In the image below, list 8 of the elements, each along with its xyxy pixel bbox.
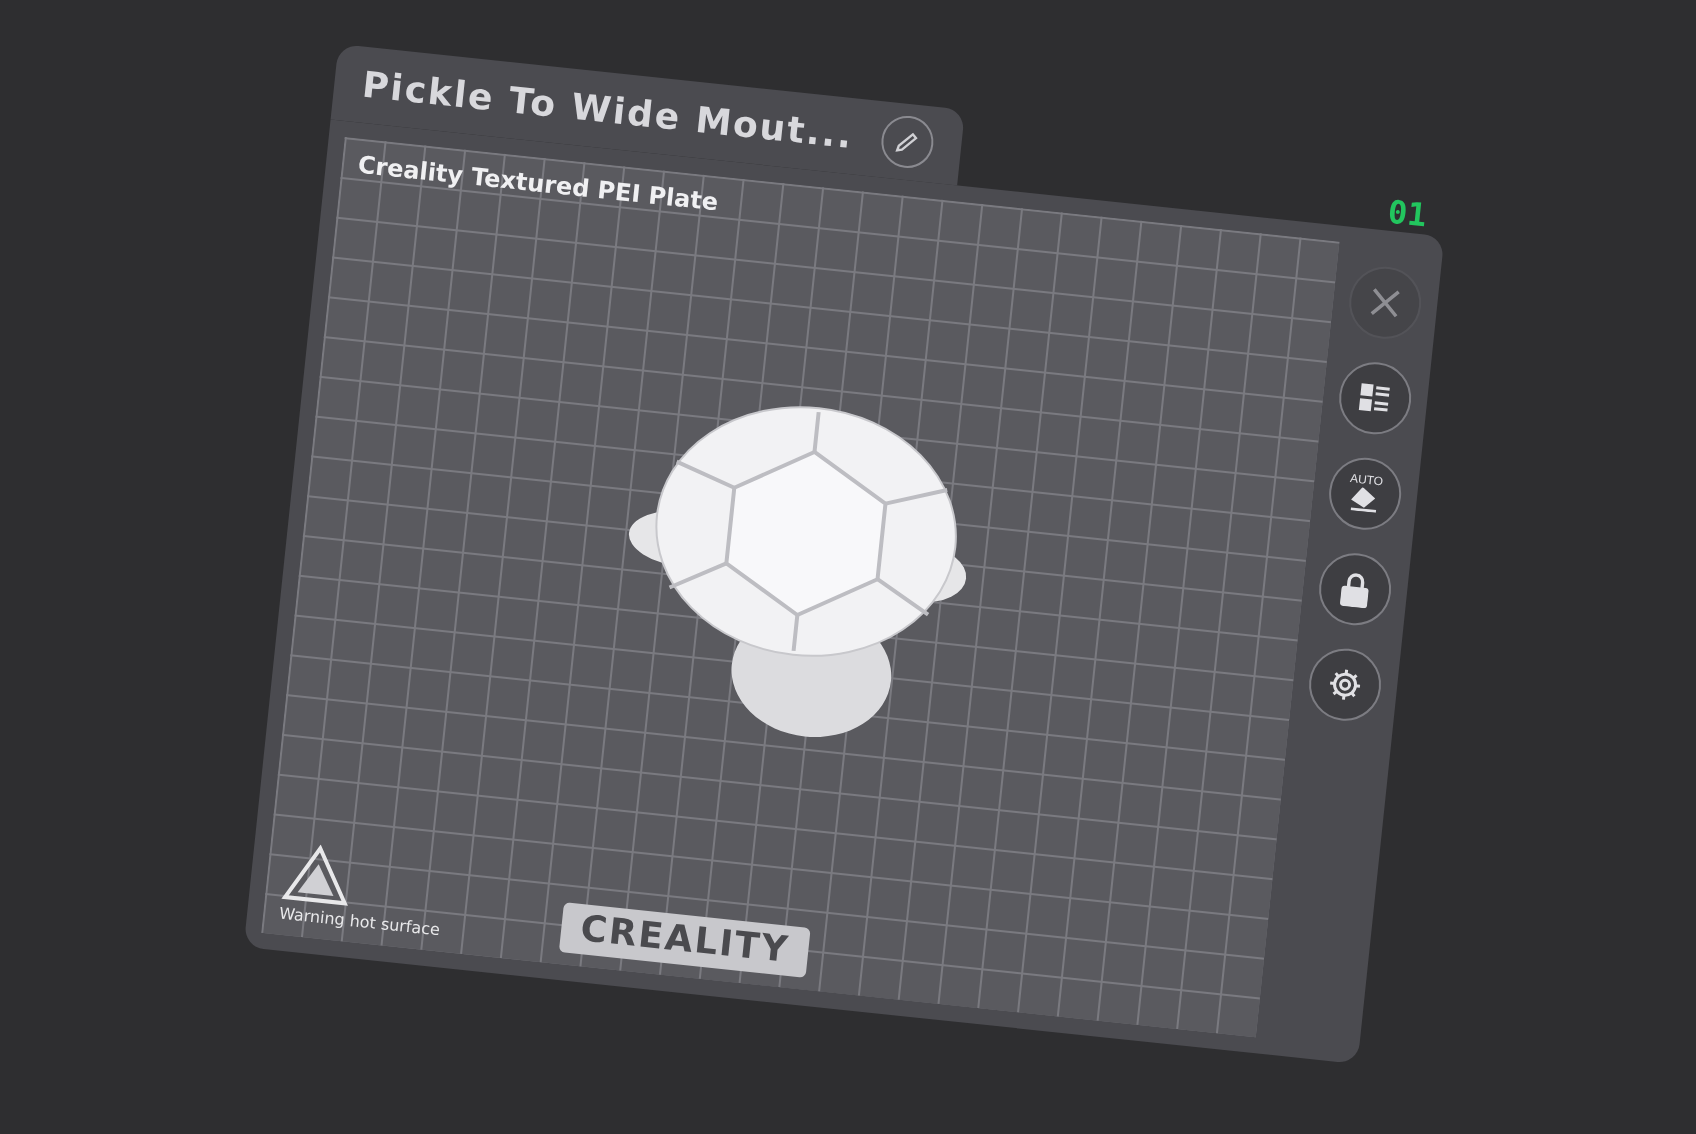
close-icon — [1369, 287, 1401, 319]
edit-button[interactable] — [878, 113, 936, 171]
lock-icon — [1339, 570, 1371, 608]
settings-icon — [1325, 664, 1365, 705]
warning-label: Warning hot surface — [278, 904, 441, 940]
orient-icon — [1349, 486, 1380, 514]
brand-logo: CREALITY — [558, 902, 812, 978]
plate-number: 01 — [1386, 192, 1429, 235]
